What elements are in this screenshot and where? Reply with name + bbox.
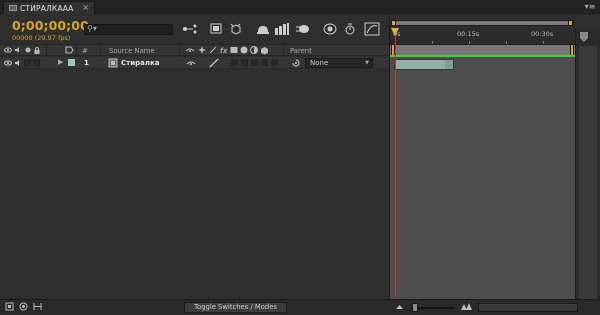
ruler-label-30s: 00:30s <box>531 30 554 38</box>
frame-blending-icon[interactable] <box>274 21 290 37</box>
quality-switch-header-icon[interactable] <box>209 46 217 56</box>
comp-marker-bin-icon[interactable] <box>579 31 589 42</box>
layer-track-area[interactable] <box>390 57 575 299</box>
current-time-indicator-line[interactable] <box>395 35 396 299</box>
layer-number: 1 <box>84 58 89 67</box>
composition-icon <box>9 5 17 11</box>
frame-blend-switch-header-icon[interactable] <box>230 46 238 56</box>
column-divider[interactable] <box>283 45 284 57</box>
layer-label-color[interactable] <box>68 59 75 66</box>
graph-editor-icon[interactable] <box>364 21 380 37</box>
label-header-icon[interactable] <box>65 46 74 56</box>
motion-blur-switch-header-icon[interactable] <box>240 46 248 56</box>
comp-navigator-icon[interactable] <box>208 21 224 37</box>
column-divider[interactable] <box>179 45 180 57</box>
audio-toggle-icon[interactable] <box>14 59 22 69</box>
composition-mini-flowchart-icon[interactable] <box>182 21 198 37</box>
layer-duration-fill <box>395 60 445 69</box>
time-ruler[interactable]: 0s 00:15s 00:30s <box>390 28 575 44</box>
toggle-in-out-panes-icon[interactable] <box>33 302 42 313</box>
timeline-panel: СТИРАЛКААА × ▾≡ 0;00;00;00 00000 (29.97 … <box>0 0 600 315</box>
toggle-layer-switches-icon[interactable] <box>5 302 14 313</box>
shy-switch-icon[interactable] <box>186 58 196 69</box>
expand-layer-twirl-icon[interactable]: ▶ <box>58 58 63 66</box>
toggle-switches-modes-button[interactable]: Toggle Switches / Modes <box>184 302 287 313</box>
audio-switch-header-icon[interactable] <box>14 46 22 56</box>
frame-count-display: 00000 (29.97 fps) <box>12 34 71 42</box>
tab-label: СТИРАЛКААА <box>20 3 74 13</box>
parent-dropdown[interactable]: None ▼ <box>305 58 373 68</box>
shy-switch-header-icon[interactable] <box>185 46 195 56</box>
parent-column-header[interactable]: Parent <box>290 47 312 55</box>
zoom-slider-knob[interactable] <box>412 303 418 312</box>
solo-switch-header-icon[interactable] <box>24 46 32 56</box>
motion-blur-switch[interactable] <box>251 59 258 66</box>
layer-row[interactable]: ▶ 1 Стиралка None ▼ <box>0 57 389 69</box>
column-header-row: # Source Name fx Parent <box>0 44 389 57</box>
column-divider[interactable] <box>76 45 77 57</box>
tab-composition[interactable]: СТИРАЛКААА × <box>3 1 95 14</box>
layer-name[interactable]: Стиралка <box>121 59 159 67</box>
collapse-switch-header-icon[interactable] <box>198 46 206 56</box>
toggle-transfer-controls-icon[interactable] <box>19 302 28 313</box>
brainstorm-icon[interactable] <box>322 21 338 37</box>
solo-toggle[interactable] <box>24 59 31 66</box>
vertical-scrollbar[interactable] <box>579 46 597 299</box>
lock-toggle[interactable] <box>33 59 40 66</box>
close-tab-icon[interactable]: × <box>82 3 89 12</box>
adjustment-layer-switch-header-icon[interactable] <box>250 46 258 56</box>
time-navigator-start-handle[interactable] <box>391 20 396 26</box>
time-navigator-end-handle[interactable] <box>568 20 573 26</box>
3d-layer-switch-header-icon[interactable] <box>260 46 269 57</box>
zoom-out-icon[interactable] <box>395 302 404 312</box>
lock-switch-header-icon[interactable] <box>33 46 41 57</box>
pick-whip-icon[interactable] <box>291 58 301 70</box>
timeline-graph: 0s 00:15s 00:30s <box>389 15 600 299</box>
video-switch-header-icon[interactable] <box>4 46 12 56</box>
3d-layer-switch[interactable] <box>271 59 278 66</box>
draft-3d-icon[interactable] <box>228 21 244 37</box>
horizontal-scrollbar[interactable] <box>478 303 578 312</box>
quality-switch-icon[interactable] <box>209 58 219 70</box>
column-divider[interactable] <box>46 45 47 57</box>
source-name-column-header[interactable]: Source Name <box>109 47 155 55</box>
parent-dropdown-value: None <box>310 59 329 67</box>
panel-tab-bar: СТИРАЛКААА × ▾≡ <box>0 0 600 14</box>
layer-duration-bar[interactable] <box>394 59 454 70</box>
hide-shy-layers-icon[interactable] <box>255 21 271 37</box>
zoom-in-icon[interactable] <box>460 302 472 313</box>
motion-blur-icon[interactable] <box>295 21 311 37</box>
time-navigator[interactable] <box>391 20 574 26</box>
layer-outline: 0;00;00;00 00000 (29.97 fps) ⚲▾ # Source… <box>0 15 389 299</box>
timeline-bottom-bar: Toggle Switches / Modes <box>0 299 600 315</box>
search-icon: ⚲▾ <box>87 24 97 33</box>
timeline-side-rail <box>575 28 600 299</box>
chevron-down-icon: ▼ <box>365 60 369 66</box>
adjustment-layer-switch[interactable] <box>261 59 268 66</box>
auto-keyframe-icon[interactable] <box>342 21 358 37</box>
column-divider[interactable] <box>100 45 101 57</box>
search-input[interactable]: ⚲▾ <box>84 24 173 35</box>
panel-menu-icon[interactable]: ▾≡ <box>584 2 596 11</box>
effects-switch[interactable] <box>231 59 238 66</box>
composition-layer-icon <box>108 58 118 70</box>
number-column-header[interactable]: # <box>82 47 88 55</box>
ruler-label-15s: 00:15s <box>457 30 480 38</box>
current-time-indicator-head[interactable] <box>391 28 399 36</box>
video-visibility-toggle-icon[interactable] <box>4 59 12 69</box>
current-time-display[interactable]: 0;00;00;00 <box>12 18 89 33</box>
frame-blend-switch[interactable] <box>241 59 248 66</box>
effects-switch-header-icon[interactable]: fx <box>220 47 227 55</box>
